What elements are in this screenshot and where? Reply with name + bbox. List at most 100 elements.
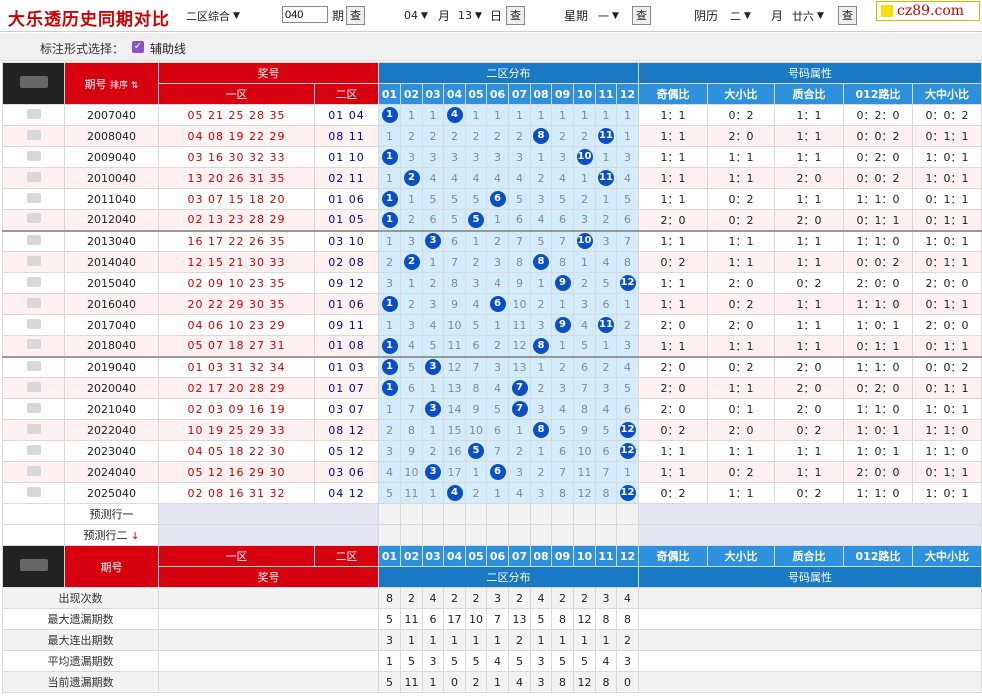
- dist-cell: 10: [573, 229, 596, 252]
- lunar-query-button[interactable]: 查: [838, 6, 857, 25]
- month-select[interactable]: 04 ▼: [404, 7, 428, 24]
- stat-value: 8: [616, 608, 639, 630]
- predict-dist-cell[interactable]: [378, 503, 401, 525]
- predict-dist-cell[interactable]: [443, 524, 466, 546]
- issue-cell[interactable]: 2014040: [64, 251, 159, 273]
- stat-value: 3: [422, 650, 444, 672]
- issue-cell[interactable]: 2025040: [64, 482, 159, 504]
- attr-cell: 1：0：1: [912, 167, 982, 189]
- hit-ball: 5: [468, 211, 484, 228]
- predict-dist-cell[interactable]: [616, 503, 639, 525]
- week-select[interactable]: 一 ▼: [598, 7, 619, 24]
- hit-ball: 1: [381, 380, 398, 396]
- site-logo[interactable]: cz89.com: [876, 1, 980, 21]
- dist-cell: 16: [443, 440, 466, 462]
- predict-dist-cell[interactable]: [595, 503, 617, 525]
- predict-dist-cell[interactable]: [400, 524, 423, 546]
- issue-cell[interactable]: 2022040: [64, 419, 159, 441]
- predict-dist-cell[interactable]: [486, 503, 509, 525]
- predict-dist-cell[interactable]: [551, 503, 574, 525]
- hit-ball: 6: [489, 464, 506, 480]
- issue-cell[interactable]: 2017040: [64, 314, 159, 336]
- predict-dist-cell[interactable]: [551, 524, 574, 546]
- predict-dist-cell[interactable]: [530, 503, 552, 525]
- attr-cell: 2：0：0: [912, 314, 982, 336]
- dist-cell: 1: [378, 104, 401, 126]
- issue-cell[interactable]: 2020040: [64, 377, 159, 399]
- attr-cell: 0：0：2: [843, 251, 913, 273]
- predict-dist-cell[interactable]: [595, 524, 617, 546]
- dist-cell: 4: [595, 251, 617, 273]
- issue-cell[interactable]: 2018040: [64, 335, 159, 357]
- dist-cell: 11: [508, 314, 531, 336]
- zone1-cell: 10 19 25 29 33: [158, 419, 315, 441]
- dist-cell: 5: [486, 398, 509, 420]
- issue-cell[interactable]: 2024040: [64, 461, 159, 483]
- predict-dist-cell[interactable]: [573, 524, 596, 546]
- issue-cell[interactable]: 2008040: [64, 125, 159, 147]
- attr-cell: 1：1: [638, 293, 708, 315]
- zone2-cell: 01 05: [314, 209, 379, 231]
- issue-cell[interactable]: 2009040: [64, 146, 159, 168]
- predict-number-area[interactable]: [158, 503, 379, 525]
- issue-cell[interactable]: 2016040: [64, 293, 159, 315]
- hit-ball: 2: [403, 254, 420, 270]
- predict-dist-cell[interactable]: [422, 503, 444, 525]
- stat-value: 2: [443, 587, 466, 609]
- lunar-day-select[interactable]: 廿六 ▼: [792, 7, 824, 24]
- footer-attr-header: 质合比: [774, 545, 844, 567]
- issue-cell[interactable]: 2012040: [64, 209, 159, 231]
- hit-ball: 1: [381, 296, 398, 312]
- issue-cell[interactable]: 2021040: [64, 398, 159, 420]
- stat-value: 2: [465, 587, 487, 609]
- dist-cell: 9: [465, 398, 487, 420]
- predict-dist-cell[interactable]: [486, 524, 509, 546]
- lunar-month-select[interactable]: 二 ▼: [730, 7, 751, 24]
- predict-dist-cell[interactable]: [465, 503, 487, 525]
- predict-dist-cell[interactable]: [508, 503, 531, 525]
- predict-dist-cell[interactable]: [400, 503, 423, 525]
- predict-dist-cell[interactable]: [422, 524, 444, 546]
- predict-dist-cell[interactable]: [465, 524, 487, 546]
- predict-dist-cell[interactable]: [378, 524, 401, 546]
- predict-number-area[interactable]: [158, 524, 379, 546]
- row-avatar: [2, 419, 65, 441]
- predict-dist-cell[interactable]: [616, 524, 639, 546]
- predict-dist-cell[interactable]: [573, 503, 596, 525]
- predict-dist-cell[interactable]: [530, 524, 552, 546]
- zone-select[interactable]: 二区综合 ▼: [186, 7, 240, 24]
- day-select[interactable]: 13 ▼: [458, 7, 482, 24]
- predict-label[interactable]: 预测行一: [64, 503, 159, 525]
- attr-cell: 0：2: [707, 461, 775, 483]
- issue-cell[interactable]: 2015040: [64, 272, 159, 294]
- issue-cell[interactable]: 2013040: [64, 229, 159, 252]
- predict-dist-cell[interactable]: [508, 524, 531, 546]
- arrow-down-icon[interactable]: ↓: [131, 531, 139, 542]
- stat-label: 最大连出期数: [2, 629, 159, 651]
- issue-cell[interactable]: 2007040: [64, 104, 159, 126]
- predict-dist-cell[interactable]: [443, 503, 466, 525]
- stat-value: 1: [486, 629, 509, 651]
- dist-cell: 1: [573, 104, 596, 126]
- footer-num-header: 11: [595, 545, 617, 567]
- day-query-button[interactable]: 查: [506, 6, 525, 25]
- stat-value: 5: [573, 650, 596, 672]
- avatar-icon: [26, 255, 41, 266]
- issue-query-button[interactable]: 查: [346, 6, 365, 25]
- dist-cell: 5: [616, 377, 639, 399]
- week-query-button[interactable]: 查: [632, 6, 651, 25]
- sort-button[interactable]: 排序 ⇅: [110, 81, 138, 91]
- issue-input[interactable]: [282, 6, 328, 23]
- aux-line-checkbox[interactable]: ✓: [132, 41, 144, 53]
- issue-cell[interactable]: 2023040: [64, 440, 159, 462]
- issue-header[interactable]: 期号 排序 ⇅: [64, 62, 159, 105]
- issue-cell[interactable]: 2011040: [64, 188, 159, 210]
- dist-cell: 4: [422, 167, 444, 189]
- predict-label[interactable]: 预测行二 ↓: [64, 524, 159, 546]
- dist-cell: 3: [465, 146, 487, 168]
- issue-cell[interactable]: 2019040: [64, 355, 159, 378]
- aux-line-label[interactable]: 辅助线: [150, 40, 186, 57]
- issue-cell[interactable]: 2010040: [64, 167, 159, 189]
- issue-header-label: 期号: [84, 77, 107, 91]
- dist-cell: 12: [616, 419, 639, 441]
